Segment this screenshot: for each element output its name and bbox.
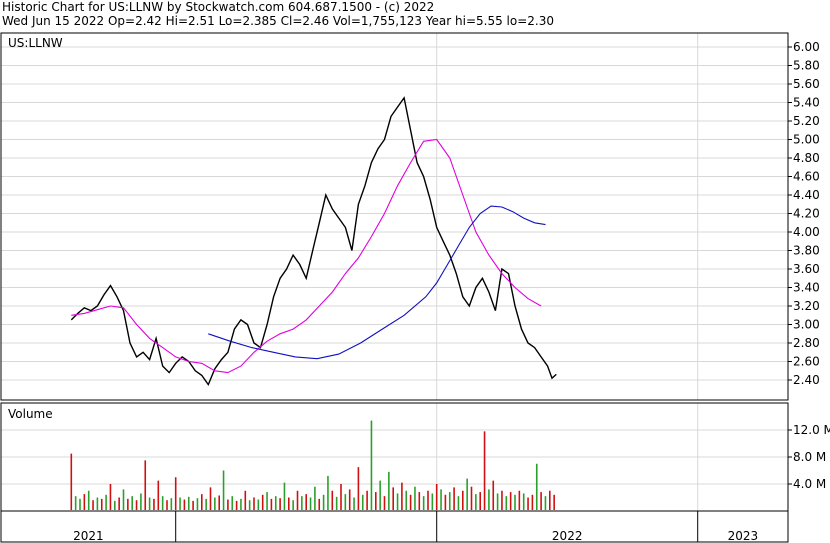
price-grid bbox=[1, 46, 788, 381]
price-tick-label: 6.00 bbox=[793, 40, 820, 54]
historic-chart: US:LLNW Volume 6.00 5.80 5.60 5.40 5.20 5.00 4… bbox=[0, 32, 830, 543]
volume-tick-label: 4.0 M bbox=[793, 477, 826, 491]
price-tick-label: 5.60 bbox=[793, 77, 820, 91]
price-lines bbox=[70, 96, 557, 387]
volume-bars bbox=[70, 420, 555, 510]
price-line bbox=[70, 96, 557, 387]
price-tick-label: 3.40 bbox=[793, 281, 820, 295]
moving-average-long bbox=[208, 205, 546, 360]
price-tick-label: 4.20 bbox=[793, 207, 820, 221]
time-grid bbox=[436, 33, 699, 511]
price-tick-label: 4.40 bbox=[793, 188, 820, 202]
price-tick-label: 4.80 bbox=[793, 151, 820, 165]
volume-panel-title: Volume bbox=[8, 407, 53, 421]
moving-average-short bbox=[71, 138, 542, 374]
price-axis-labels: 6.00 5.80 5.60 5.40 5.20 5.00 4.80 4.60 4.40 4.20… bbox=[788, 40, 820, 387]
price-tick-label: 2.80 bbox=[793, 336, 820, 350]
price-tick-label: 4.60 bbox=[793, 170, 820, 184]
volume-grid bbox=[1, 429, 788, 485]
price-tick-label: 5.00 bbox=[793, 133, 820, 147]
price-tick-label: 2.60 bbox=[793, 355, 820, 369]
price-tick-label: 2.40 bbox=[793, 373, 820, 387]
price-tick-label: 5.80 bbox=[793, 59, 820, 73]
year-label: 2022 bbox=[552, 529, 583, 543]
volume-tick-label: 12.0 M bbox=[793, 423, 830, 437]
year-label: 2023 bbox=[728, 529, 759, 543]
price-tick-label: 4.00 bbox=[793, 225, 820, 239]
year-label: 2021 bbox=[73, 529, 104, 543]
price-tick-label: 5.20 bbox=[793, 114, 820, 128]
volume-axis-labels: 12.0 M 8.0 M 4.0 M bbox=[788, 423, 830, 491]
price-panel-frame bbox=[0, 32, 789, 401]
volume-tick-label: 8.0 M bbox=[793, 450, 826, 464]
price-tick-label: 5.40 bbox=[793, 96, 820, 110]
time-axis-labels: 2021202220232024 bbox=[73, 511, 759, 543]
time-axis-frame bbox=[0, 510, 789, 543]
price-tick-label: 3.00 bbox=[793, 318, 820, 332]
price-tick-label: 3.20 bbox=[793, 299, 820, 313]
price-tick-label: 3.80 bbox=[793, 244, 820, 258]
price-tick-label: 3.60 bbox=[793, 262, 820, 276]
price-panel-symbol: US:LLNW bbox=[8, 36, 63, 50]
